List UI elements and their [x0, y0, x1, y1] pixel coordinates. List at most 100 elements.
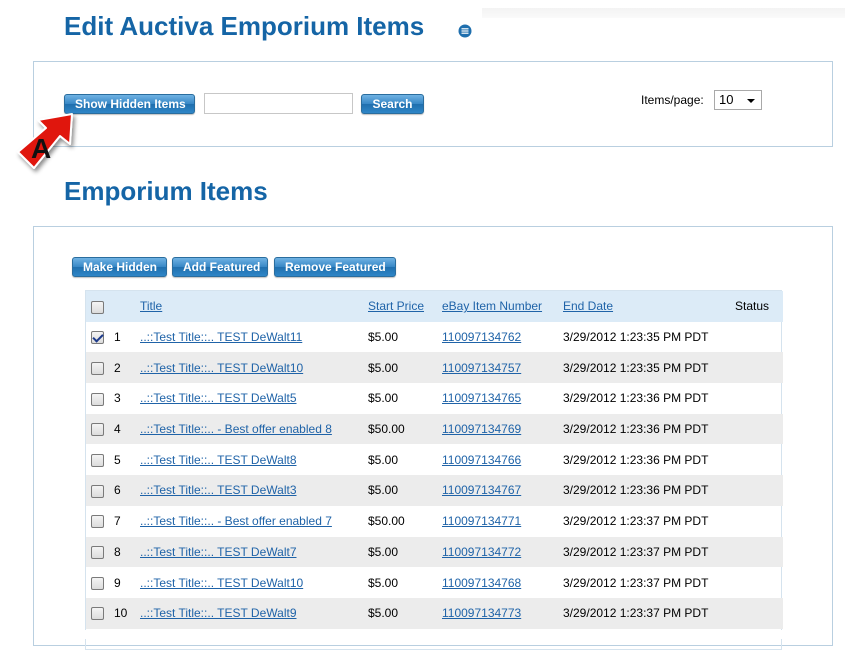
end-date: 3/29/2012 1:23:37 PM PDT	[563, 575, 709, 590]
callout-arrow-marker: A	[17, 113, 73, 169]
start-price: $5.00	[368, 360, 399, 375]
end-date: 3/29/2012 1:23:36 PM PDT	[563, 422, 709, 437]
section-title: Emporium Items	[64, 176, 268, 206]
end-date: 3/29/2012 1:23:36 PM PDT	[563, 391, 709, 406]
start-price: $5.00	[368, 452, 399, 467]
sort-ebay-item-number-link[interactable]: eBay Item Number	[442, 299, 542, 313]
ebay-item-number-link[interactable]: 110097134773	[442, 606, 521, 620]
sort-start-price-link[interactable]: Start Price	[368, 299, 424, 313]
status-cell	[735, 567, 783, 598]
remove-featured-button[interactable]: Remove Featured	[274, 257, 396, 277]
status-header: Status	[735, 299, 770, 314]
items-per-page-select[interactable]: 10	[714, 90, 762, 110]
items-table: Title Start Price eBay Item Number End D…	[86, 291, 783, 629]
item-title-link[interactable]: ..::Test Title::.. TEST DeWalt9	[140, 606, 297, 620]
row-number: 4	[114, 422, 121, 437]
end-date: 3/29/2012 1:23:35 PM PDT	[563, 360, 709, 375]
table-row: 9 ..::Test Title::.. TEST DeWalt10 $5.00 11…	[86, 567, 783, 598]
row-number: 8	[114, 544, 121, 559]
row-checkbox[interactable]	[91, 546, 104, 559]
info-icon[interactable]	[458, 24, 472, 38]
row-checkbox[interactable]	[91, 607, 104, 621]
item-title-link[interactable]: ..::Test Title::.. - Best offer enabled …	[140, 514, 332, 528]
table-row: 10 ..::Test Title::.. TEST DeWalt9 $5.00 11…	[86, 597, 783, 629]
start-price: $5.00	[368, 330, 399, 345]
item-title-link[interactable]: ..::Test Title::.. - Best offer enabled …	[140, 422, 332, 436]
table-header-row: Title Start Price eBay Item Number End D…	[86, 291, 783, 322]
table-row: 6 ..::Test Title::.. TEST DeWalt3 $5.00 110…	[86, 475, 783, 506]
row-number: 6	[114, 483, 121, 498]
ebay-item-number-link[interactable]: 110097134772	[442, 545, 521, 559]
item-title-link[interactable]: ..::Test Title::.. TEST DeWalt11	[140, 330, 302, 344]
status-cell	[735, 475, 783, 506]
sort-end-date-link[interactable]: End Date	[563, 299, 613, 313]
status-cell	[735, 414, 783, 445]
ebay-item-number-link[interactable]: 110097134762	[442, 330, 521, 344]
start-price: $5.00	[368, 575, 399, 590]
row-checkbox[interactable]	[91, 361, 104, 375]
status-cell	[735, 506, 783, 537]
item-title-link[interactable]: ..::Test Title::.. TEST DeWalt10	[140, 361, 303, 375]
items-per-page-value: 10	[719, 92, 734, 107]
callout-letter: A	[31, 133, 51, 164]
table-row: 4 ..::Test Title::.. - Best offer enabled…	[86, 413, 783, 445]
end-date: 3/29/2012 1:23:37 PM PDT	[563, 514, 709, 529]
chevron-down-icon	[747, 99, 755, 103]
item-title-link[interactable]: ..::Test Title::.. TEST DeWalt10	[140, 576, 303, 590]
ebay-item-number-link[interactable]: 110097134767	[442, 483, 521, 497]
status-cell	[735, 537, 783, 568]
item-title-link[interactable]: ..::Test Title::.. TEST DeWalt7	[140, 545, 297, 559]
row-checkbox[interactable]	[91, 515, 104, 529]
top-bar-shade	[482, 8, 845, 18]
select-all-checkbox[interactable]	[91, 300, 104, 314]
start-price: $50.00	[368, 514, 405, 529]
make-hidden-button[interactable]: Make Hidden	[72, 257, 167, 277]
start-price: $5.00	[368, 606, 399, 621]
row-number: 1	[114, 330, 121, 345]
sort-title-link[interactable]: Title	[140, 299, 162, 313]
search-button[interactable]: Search	[361, 94, 424, 114]
end-date: 3/29/2012 1:23:36 PM PDT	[563, 452, 709, 467]
row-number: 3	[114, 391, 121, 406]
start-price: $5.00	[368, 483, 399, 498]
ebay-item-number-link[interactable]: 110097134757	[442, 361, 521, 375]
status-cell	[735, 444, 783, 475]
table-row: 5 ..::Test Title::.. TEST DeWalt8 $5.00 110…	[86, 444, 783, 475]
row-checkbox[interactable]	[91, 484, 104, 498]
row-number: 9	[114, 575, 121, 590]
ebay-item-number-link[interactable]: 110097134766	[442, 453, 521, 467]
start-price: $5.00	[368, 544, 399, 559]
end-date: 3/29/2012 1:23:37 PM PDT	[563, 606, 709, 621]
end-date: 3/29/2012 1:23:35 PM PDT	[563, 330, 709, 345]
items-table-container: Title Start Price eBay Item Number End D…	[85, 290, 783, 650]
row-checkbox[interactable]	[91, 423, 104, 437]
start-price: $5.00	[368, 391, 399, 406]
end-date: 3/29/2012 1:23:36 PM PDT	[563, 483, 709, 498]
show-hidden-items-button[interactable]: Show Hidden Items	[64, 94, 195, 114]
row-number: 10	[114, 606, 128, 621]
search-input[interactable]	[204, 93, 353, 114]
ebay-item-number-link[interactable]: 110097134769	[442, 422, 521, 436]
row-checkbox[interactable]	[91, 453, 104, 467]
select-all-cell	[86, 291, 114, 322]
row-checkbox[interactable]	[91, 392, 104, 406]
page-title: Edit Auctiva Emporium Items	[64, 11, 425, 41]
row-number: 2	[114, 360, 121, 375]
item-title-link[interactable]: ..::Test Title::.. TEST DeWalt5	[140, 391, 297, 405]
ebay-item-number-link[interactable]: 110097134765	[442, 391, 521, 405]
table-bottom-edge	[85, 630, 782, 639]
ebay-item-number-link[interactable]: 110097134768	[442, 576, 521, 590]
table-row: 8 ..::Test Title::.. TEST DeWalt7 $5.00 110…	[86, 536, 783, 568]
table-row: 7 ..::Test Title::.. - Best offer enabled…	[86, 506, 783, 537]
items-per-page-label: Items/page:	[641, 93, 704, 107]
row-checkbox[interactable]	[91, 576, 104, 590]
table-row: 3 ..::Test Title::.. TEST DeWalt5 $5.00 110…	[86, 383, 783, 414]
item-title-link[interactable]: ..::Test Title::.. TEST DeWalt8	[140, 453, 297, 467]
table-row: 1 ..::Test Title::.. TEST DeWalt11 $5.00 11…	[86, 322, 783, 353]
ebay-item-number-link[interactable]: 110097134771	[442, 514, 521, 528]
item-title-link[interactable]: ..::Test Title::.. TEST DeWalt3	[140, 483, 297, 497]
status-cell	[735, 352, 783, 383]
table-row: 2 ..::Test Title::.. TEST DeWalt10 $5.00 11…	[86, 352, 783, 384]
add-featured-button[interactable]: Add Featured	[172, 257, 268, 277]
row-checkbox[interactable]	[91, 331, 104, 345]
